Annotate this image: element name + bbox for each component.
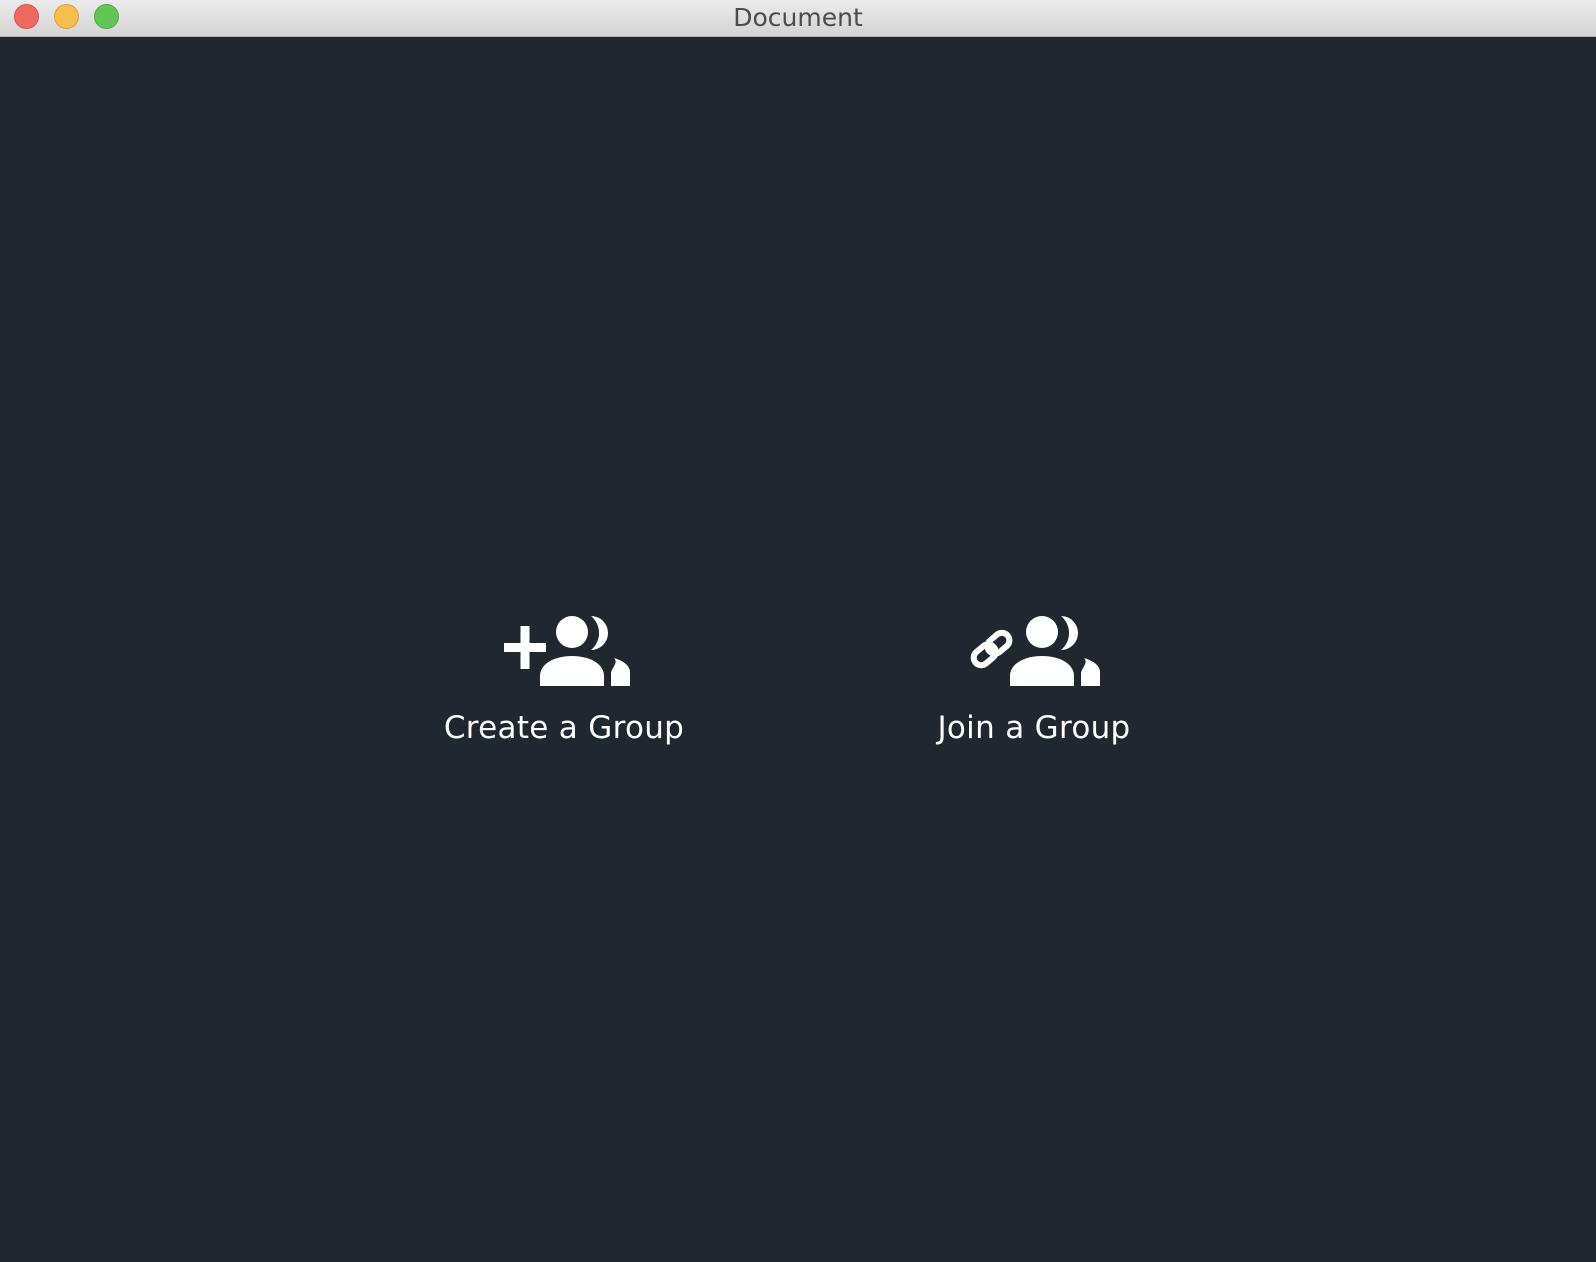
link-group-icon [970,616,1100,686]
create-group-label: Create a Group [443,710,685,746]
join-group-label: Join a Group [937,710,1131,746]
app-window: Document Create a Group Join a Group [0,0,1596,1262]
main-content: Create a Group Join a Group [0,37,1596,1262]
title-bar[interactable]: Document [0,0,1596,37]
add-group-icon [504,616,630,686]
window-title: Document [733,3,863,32]
create-group-button[interactable]: Create a Group [404,612,724,792]
join-group-button[interactable]: Join a Group [874,612,1194,792]
